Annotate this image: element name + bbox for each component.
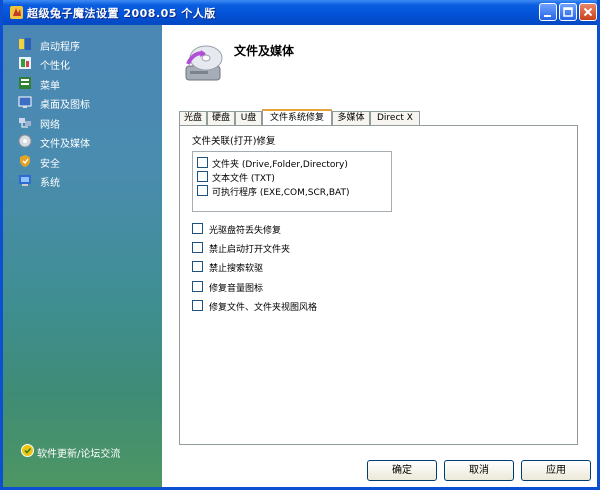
checkbox-repair-volume-icon[interactable] <box>192 281 203 292</box>
menu-icon <box>19 77 31 89</box>
tab-multimedia[interactable]: 多媒体 <box>332 111 370 125</box>
minimize-icon <box>544 15 551 17</box>
sidebar-item-security[interactable]: 安全 <box>18 153 158 170</box>
tab-cdrom[interactable]: 光盘 <box>179 111 207 125</box>
checkbox-repair-folder-view[interactable] <box>192 300 203 311</box>
app-window: 超级兔子魔法设置 2008.05 个人版 启动程序 个性化 菜单 桌面及图标 网… <box>0 0 600 490</box>
apply-button[interactable]: 应用 <box>521 460 591 481</box>
file-association-list: 文件夹 (Drive,Folder,Directory) 文本文件 (TXT) … <box>192 151 392 212</box>
file-media-icon <box>18 134 32 148</box>
title-bar[interactable]: 超级兔子魔法设置 2008.05 个人版 <box>3 0 597 25</box>
close-button[interactable] <box>579 3 597 21</box>
text-association-label: 文本文件 (TXT) <box>212 174 275 184</box>
folder-association-label: 文件夹 (Drive,Folder,Directory) <box>212 160 348 170</box>
page-title: 文件及媒体 <box>234 44 295 58</box>
minimize-button[interactable] <box>539 3 557 21</box>
disable-autoopen-folder-label: 禁止启动打开文件夹 <box>209 245 291 255</box>
sidebar-item-network[interactable]: 网络 <box>18 114 158 131</box>
rabbit-app-icon <box>10 6 23 19</box>
sidebar: 启动程序 个性化 菜单 桌面及图标 网络 文件及媒体 安全 系统 软件更新/论坛… <box>3 25 162 487</box>
checkbox-exe-association[interactable] <box>197 185 208 196</box>
update-shield-icon <box>21 444 34 457</box>
personalize-icon <box>19 57 31 69</box>
maximize-button[interactable] <box>559 3 577 21</box>
cancel-button[interactable]: 取消 <box>444 460 514 481</box>
network-icon <box>19 118 31 128</box>
disable-floppy-search-label: 禁止搜索软驱 <box>209 264 264 274</box>
close-icon <box>583 7 593 17</box>
security-icon <box>20 155 30 167</box>
main-panel: 文件及媒体 光盘 硬盘 U盘 文件系统修复 多媒体 Direct X 文件关联(… <box>162 25 597 487</box>
system-icon <box>19 175 31 186</box>
checkbox-cdrom-letter-repair[interactable] <box>192 223 203 234</box>
maximize-icon <box>563 7 573 17</box>
disk-media-icon <box>185 45 223 81</box>
startup-icon <box>19 38 31 50</box>
checkbox-disable-floppy-search[interactable] <box>192 261 203 272</box>
checkbox-text-association[interactable] <box>197 171 208 182</box>
repair-volume-icon-label: 修复音量图标 <box>209 284 264 294</box>
cdrom-letter-repair-label: 光驱盘符丢失修复 <box>209 226 282 236</box>
tab-usb[interactable]: U盘 <box>235 111 262 125</box>
sidebar-item-desktop[interactable]: 桌面及图标 <box>18 94 158 111</box>
group-title: 文件关联(打开)修复 <box>192 136 276 147</box>
tab-directx[interactable]: Direct X <box>370 111 420 125</box>
checkbox-disable-autoopen-folder[interactable] <box>192 242 203 253</box>
exe-association-label: 可执行程序 (EXE,COM,SCR,BAT) <box>212 188 350 198</box>
sidebar-item-file-media[interactable]: 文件及媒体 <box>18 133 158 150</box>
checkbox-folder-association[interactable] <box>197 157 208 168</box>
sidebar-item-menu[interactable]: 菜单 <box>18 75 158 92</box>
sidebar-item-startup[interactable]: 启动程序 <box>18 36 158 53</box>
ok-button[interactable]: 确定 <box>367 460 437 481</box>
desktop-icon <box>18 96 32 108</box>
tab-panel: 文件关联(打开)修复 文件夹 (Drive,Folder,Directory) … <box>179 125 578 445</box>
window-title: 超级兔子魔法设置 2008.05 个人版 <box>27 7 216 20</box>
sidebar-item-personalize[interactable]: 个性化 <box>18 55 158 72</box>
repair-folder-view-label: 修复文件、文件夹视图风格 <box>209 303 318 313</box>
tab-filesystem-repair[interactable]: 文件系统修复 <box>262 109 332 126</box>
sidebar-item-system[interactable]: 系统 <box>18 172 158 189</box>
tab-harddisk[interactable]: 硬盘 <box>207 111 235 125</box>
